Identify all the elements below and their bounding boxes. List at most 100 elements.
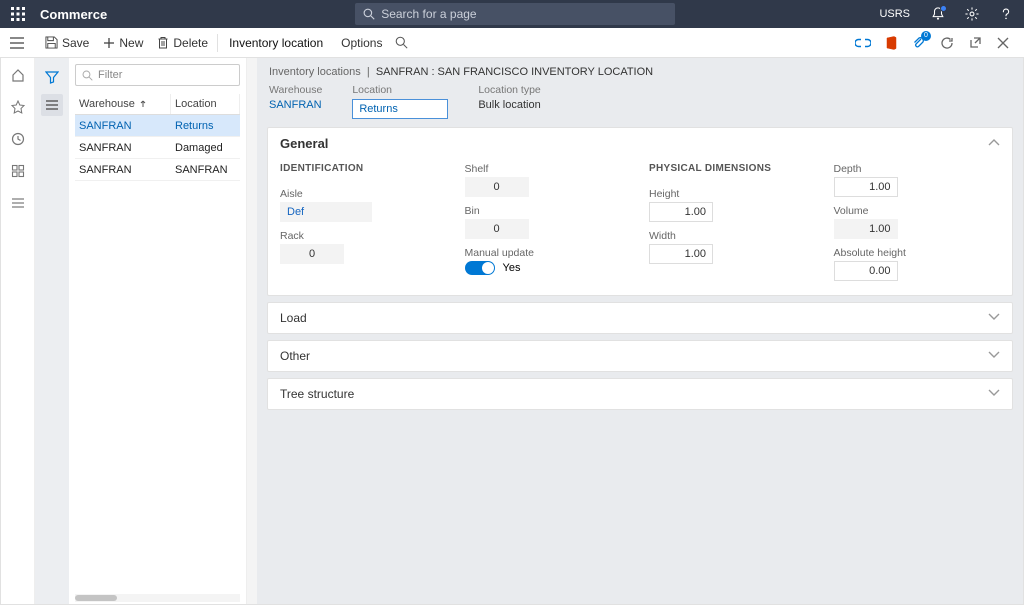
section-general-body: IDENTIFICATION Aisle Rack Shelf	[268, 159, 1012, 295]
rack-input[interactable]	[280, 244, 344, 264]
field-location-type: Location type Bulk location	[478, 84, 540, 119]
list-row[interactable]: SANFRAN Returns	[75, 115, 240, 137]
list-row[interactable]: SANFRAN Damaged	[75, 137, 240, 159]
actionbar-right: 0	[854, 34, 1016, 52]
action-separator	[217, 34, 218, 52]
location-label: Location	[352, 84, 448, 96]
nav-toggle-icon[interactable]	[8, 37, 26, 49]
global-search-placeholder: Search for a page	[381, 7, 476, 21]
group-shelf-bin: Shelf Bin Manual update Yes	[465, 163, 632, 281]
chevron-down-icon	[988, 312, 1000, 324]
location-input[interactable]	[352, 99, 448, 119]
field-height: Height	[649, 188, 816, 222]
notification-badge	[940, 5, 947, 12]
list-cell-warehouse: SANFRAN	[75, 120, 171, 132]
section-other: Other	[267, 340, 1013, 372]
refresh-icon[interactable]	[938, 34, 956, 52]
depth-input[interactable]	[834, 177, 898, 197]
aisle-input[interactable]	[280, 202, 372, 222]
width-input[interactable]	[649, 244, 713, 264]
section-general-header[interactable]: General	[268, 128, 1012, 159]
close-icon[interactable]	[994, 34, 1012, 52]
actionbar: Save New Delete Inventory location Optio…	[0, 28, 1024, 58]
section-tree-header[interactable]: Tree structure	[268, 379, 1012, 409]
global-search[interactable]: Search for a page	[355, 3, 675, 25]
location-type-value: Bulk location	[478, 99, 540, 111]
sort-asc-icon	[139, 100, 147, 108]
warehouse-label: Warehouse	[269, 84, 322, 96]
list-cell-warehouse: SANFRAN	[75, 164, 171, 176]
workspaces-icon[interactable]	[9, 162, 27, 180]
field-warehouse: Warehouse SANFRAN	[269, 84, 322, 119]
link-icon[interactable]	[854, 34, 872, 52]
list-view-icon[interactable]	[41, 94, 63, 116]
new-button[interactable]: New	[96, 28, 150, 57]
user-label[interactable]: USRS	[879, 8, 910, 20]
list-cell-location: Returns	[171, 120, 240, 132]
new-label: New	[119, 36, 143, 50]
attachments-icon[interactable]: 0	[910, 34, 928, 52]
list-vscrollbar[interactable]	[247, 58, 257, 604]
volume-input[interactable]	[834, 219, 898, 239]
content-area: Inventory locations | SANFRAN : SAN FRAN…	[257, 58, 1023, 604]
field-shelf: Shelf	[465, 163, 632, 197]
section-load-header[interactable]: Load	[268, 303, 1012, 333]
section-general: General IDENTIFICATION Aisle Rack	[267, 127, 1013, 296]
topbar: Commerce Search for a page USRS	[0, 0, 1024, 28]
attachments-badge: 0	[921, 31, 931, 41]
delete-label: Delete	[173, 36, 208, 50]
find-button[interactable]	[391, 28, 412, 57]
tab-inventory-location[interactable]: Inventory location	[220, 36, 332, 50]
bin-input[interactable]	[465, 219, 529, 239]
search-icon	[363, 8, 375, 20]
filter-icon[interactable]	[41, 66, 63, 88]
scrollbar-thumb[interactable]	[75, 595, 117, 601]
breadcrumb-root[interactable]: Inventory locations	[269, 66, 361, 78]
office-icon[interactable]	[882, 34, 900, 52]
warehouse-value[interactable]: SANFRAN	[269, 99, 322, 111]
help-icon[interactable]	[996, 4, 1016, 24]
height-input[interactable]	[649, 202, 713, 222]
topbar-right: USRS	[879, 4, 1016, 24]
section-load: Load	[267, 302, 1013, 334]
section-other-header[interactable]: Other	[268, 341, 1012, 371]
tab-options[interactable]: Options	[332, 36, 391, 50]
section-general-title: General	[280, 136, 328, 151]
save-icon	[45, 36, 58, 49]
list-filter-placeholder: Filter	[98, 69, 122, 81]
brand-name: Commerce	[40, 7, 107, 22]
chevron-up-icon	[988, 138, 1000, 150]
popout-icon[interactable]	[966, 34, 984, 52]
col-location[interactable]: Location	[171, 94, 240, 114]
trash-icon	[157, 36, 169, 49]
search-icon	[82, 70, 93, 81]
main: Filter Warehouse Location SANFRAN Return…	[0, 58, 1024, 605]
search-icon	[395, 36, 408, 49]
list-cell-warehouse: SANFRAN	[75, 142, 171, 154]
delete-button[interactable]: Delete	[150, 28, 215, 57]
notifications-icon[interactable]	[928, 4, 948, 24]
page-title: SANFRAN : SAN FRANCISCO INVENTORY LOCATI…	[376, 66, 653, 78]
absolute-height-input[interactable]	[834, 261, 898, 281]
plus-icon	[103, 37, 115, 49]
recent-icon[interactable]	[9, 130, 27, 148]
modules-icon[interactable]	[9, 194, 27, 212]
list-pane: Filter Warehouse Location SANFRAN Return…	[69, 58, 247, 604]
col-warehouse[interactable]: Warehouse	[75, 94, 171, 114]
list-filter-input[interactable]: Filter	[75, 64, 240, 86]
settings-icon[interactable]	[962, 4, 982, 24]
save-button[interactable]: Save	[38, 28, 96, 57]
field-manual-update: Manual update Yes	[465, 247, 632, 275]
manual-update-toggle[interactable]	[465, 261, 495, 275]
group-identification: IDENTIFICATION Aisle Rack	[280, 163, 447, 281]
nav-rail	[1, 58, 35, 604]
list-row[interactable]: SANFRAN SANFRAN	[75, 159, 240, 181]
shelf-input[interactable]	[465, 177, 529, 197]
home-icon[interactable]	[9, 66, 27, 84]
favorites-icon[interactable]	[9, 98, 27, 116]
field-bin: Bin	[465, 205, 632, 239]
app-launcher-icon[interactable]	[8, 4, 28, 24]
list-hscrollbar[interactable]	[75, 594, 240, 602]
manual-update-value: Yes	[503, 262, 521, 274]
chevron-down-icon	[988, 388, 1000, 400]
